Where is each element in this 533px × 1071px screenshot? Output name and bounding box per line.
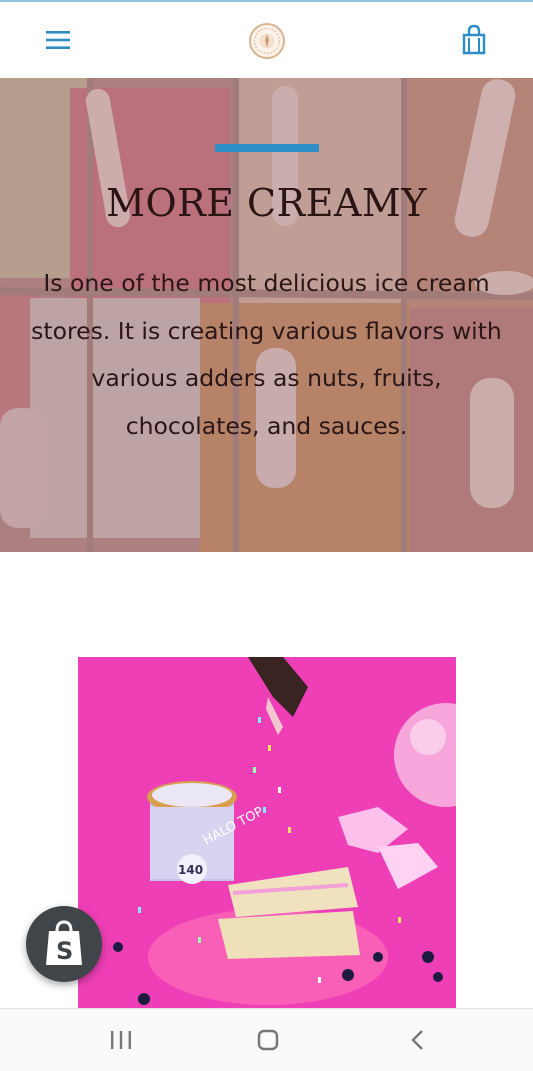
system-navigation-bar bbox=[0, 1008, 533, 1071]
hamburger-menu-button[interactable] bbox=[44, 26, 72, 54]
store-logo[interactable] bbox=[248, 22, 286, 60]
back-button[interactable] bbox=[403, 1027, 433, 1053]
recents-button[interactable] bbox=[106, 1027, 136, 1053]
home-icon bbox=[257, 1029, 279, 1051]
pint-calorie-text: 140 bbox=[178, 863, 203, 877]
store-logo-emblem bbox=[249, 23, 285, 59]
site-header bbox=[0, 2, 533, 78]
cart-button[interactable] bbox=[460, 24, 488, 56]
home-button[interactable] bbox=[253, 1027, 283, 1053]
hero-banner: MORE CREAMY Is one of the most delicious… bbox=[0, 78, 533, 552]
back-icon bbox=[411, 1030, 423, 1050]
hero-title: MORE CREAMY bbox=[106, 181, 427, 225]
svg-text:S: S bbox=[56, 937, 73, 965]
shopify-chat-button[interactable]: S bbox=[26, 906, 102, 982]
hero-description: Is one of the most delicious ice cream s… bbox=[31, 269, 502, 440]
ice-cream-product-photo: HALO TOP 140 bbox=[78, 657, 456, 1009]
hamburger-menu-icon bbox=[46, 31, 70, 49]
recents-icon bbox=[111, 1031, 131, 1049]
shopping-bag-icon bbox=[462, 24, 486, 55]
shopify-bag-icon: S bbox=[46, 920, 82, 965]
product-image[interactable]: HALO TOP 140 bbox=[78, 657, 456, 1009]
hero-accent-bar bbox=[215, 144, 319, 152]
